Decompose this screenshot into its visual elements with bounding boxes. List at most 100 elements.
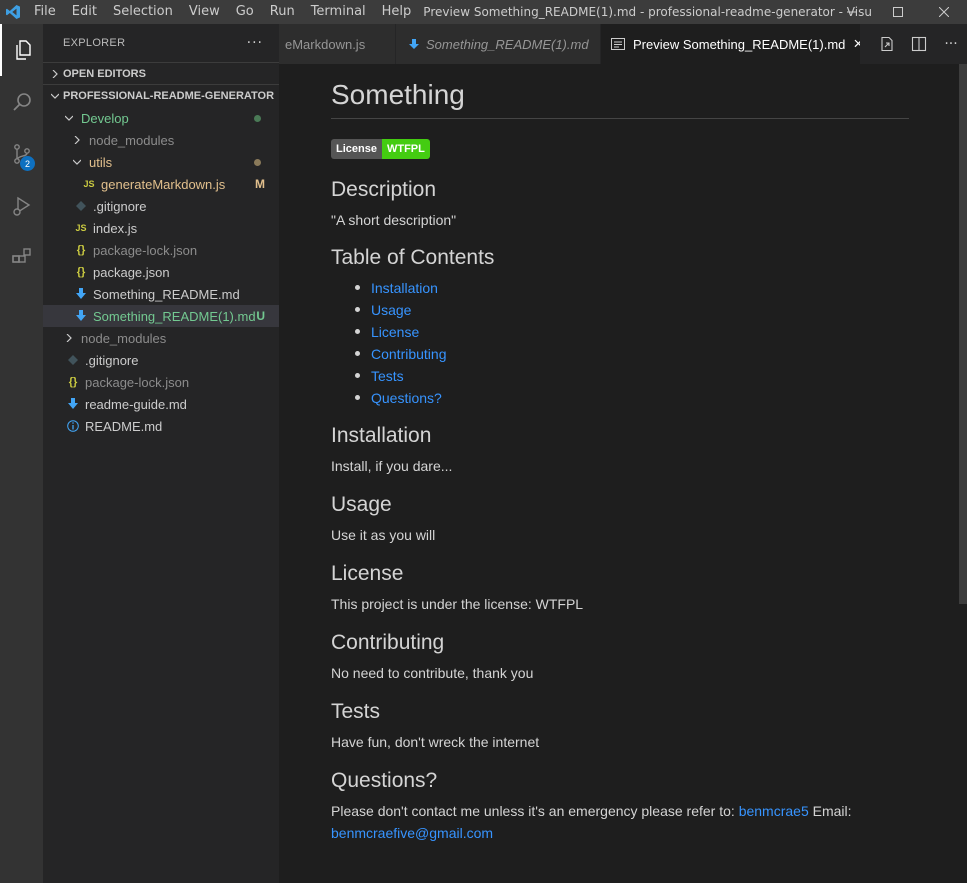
tab-generate-markdown[interactable]: eMarkdown.js (279, 24, 396, 64)
more-actions-icon[interactable]: ··· (247, 35, 263, 51)
split-editor-button[interactable] (903, 24, 935, 64)
tree-item-label: readme-guide.md (85, 396, 187, 412)
heading-contributing: Contributing (331, 631, 445, 654)
tree-item-label: generateMarkdown.js (101, 176, 226, 192)
menu-run[interactable]: Run (262, 0, 303, 24)
toc-link-installation[interactable]: Installation (371, 280, 438, 296)
preview-icon (611, 38, 625, 50)
tab-preview-readme[interactable]: Preview Something_README(1).md × (601, 24, 861, 64)
toc-link-tests[interactable]: Tests (371, 368, 404, 384)
tree-item-label: node_modules (81, 330, 167, 346)
menu-go[interactable]: Go (228, 0, 262, 24)
tree-file[interactable]: readme-guide.md (43, 393, 279, 415)
title-bar: File Edit Selection View Go Run Terminal… (0, 0, 967, 24)
heading-installation: Installation (331, 424, 432, 447)
heading-description: Description (331, 178, 437, 201)
tab-something-readme[interactable]: Something_README(1).md (396, 24, 601, 64)
markdown-file-icon (65, 398, 81, 410)
explorer-button[interactable] (0, 24, 43, 76)
heading-usage: Usage (331, 493, 392, 516)
markdown-file-icon (73, 310, 89, 322)
markdown-file-icon (408, 38, 420, 50)
tree-item-label: Develop (81, 110, 129, 126)
search-icon (12, 93, 31, 111)
markdown-file-icon (73, 288, 89, 300)
search-button[interactable] (0, 76, 43, 128)
menu-view[interactable]: View (181, 0, 228, 24)
run-debug-button[interactable] (0, 180, 43, 232)
tree-item-label: package-lock.json (93, 242, 198, 258)
chevron-right-icon (69, 136, 85, 144)
toc-item: Questions? (355, 387, 909, 409)
tree-item-label: package-lock.json (85, 374, 190, 390)
tree-file[interactable]: JS index.js (43, 217, 279, 239)
tree-item-label: .gitignore (85, 352, 139, 368)
tree-file[interactable]: Something_README(1).md U (43, 305, 279, 327)
menu-help[interactable]: Help (374, 0, 420, 24)
source-control-button[interactable]: 2 (0, 128, 43, 180)
project-label: PROFESSIONAL-README-GENERATOR (63, 90, 275, 102)
toc-link-questions[interactable]: Questions? (371, 390, 442, 406)
chevron-right-icon (47, 69, 63, 78)
file-tree: Develop node_modules utils JS generateMarkdo… (43, 107, 279, 437)
explorer-title: EXPLORER (63, 37, 126, 49)
tree-file[interactable]: {} package.json (43, 261, 279, 283)
tree-item-label: README.md (85, 418, 163, 434)
activity-bar: 2 (0, 24, 43, 883)
menu-bar: File Edit Selection View Go Run Terminal… (26, 0, 419, 24)
info-icon (65, 420, 81, 432)
menu-terminal[interactable]: Terminal (303, 0, 374, 24)
editor-area: eMarkdown.js Something_README(1).md Prev… (279, 24, 967, 883)
toc-link-contributing[interactable]: Contributing (371, 346, 447, 362)
tree-folder[interactable]: node_modules (43, 129, 279, 151)
run-debug-icon (12, 196, 30, 216)
open-source-button[interactable] (871, 24, 903, 64)
license-badge: License WTFPL (331, 139, 430, 159)
extensions-icon (11, 248, 31, 263)
tree-file[interactable]: {} package-lock.json (43, 371, 279, 393)
json-file-icon: {} (76, 244, 86, 256)
menu-file[interactable]: File (26, 0, 64, 24)
tree-folder[interactable]: node_modules (43, 327, 279, 349)
tree-folder[interactable]: Develop (43, 107, 279, 129)
toc-link-usage[interactable]: Usage (371, 302, 411, 318)
editor-tabs: eMarkdown.js Something_README(1).md Prev… (279, 24, 967, 64)
menu-edit[interactable]: Edit (64, 0, 105, 24)
tree-file[interactable]: {} package-lock.json (43, 239, 279, 261)
tree-file[interactable]: .gitignore (43, 195, 279, 217)
open-file-icon (881, 36, 893, 52)
usage-text: Use it as you will (331, 527, 436, 543)
toc-list: Installation Usage License Contributing … (331, 277, 909, 409)
tree-file[interactable]: JS generateMarkdown.js M (43, 173, 279, 195)
questions-text: Please don't contact me unless it's an e… (331, 800, 909, 844)
tree-file[interactable]: .gitignore (43, 349, 279, 371)
toc-link-license[interactable]: License (371, 324, 419, 340)
extensions-button[interactable] (0, 232, 43, 284)
toc-item: Contributing (355, 343, 909, 365)
heading-license: License (331, 562, 404, 585)
email-link[interactable]: benmcraefive@gmail.com (331, 825, 493, 841)
tree-folder[interactable]: utils (43, 151, 279, 173)
github-user-link[interactable]: benmcrae5 (739, 803, 809, 819)
git-status-badge: M (255, 177, 265, 191)
vscode-logo-icon (0, 0, 26, 24)
more-actions-button[interactable]: ··· (935, 24, 967, 64)
tree-file[interactable]: Something_README.md (43, 283, 279, 305)
chevron-down-icon (69, 158, 85, 166)
description-text: "A short description" (331, 212, 457, 228)
javascript-file-icon: JS (83, 179, 95, 189)
window-controls (829, 0, 967, 24)
maximize-button[interactable] (875, 0, 921, 24)
split-editor-icon (911, 36, 927, 52)
license-text: This project is under the license: WTFPL (331, 596, 584, 612)
project-section[interactable]: PROFESSIONAL-README-GENERATOR (43, 85, 279, 107)
tab-close-icon[interactable]: × (853, 34, 860, 54)
open-editors-section[interactable]: OPEN EDITORS (43, 62, 279, 85)
badge-value: WTFPL (381, 139, 430, 159)
minimize-button[interactable] (829, 0, 875, 24)
preview-scrollbar[interactable] (959, 64, 967, 604)
tree-file[interactable]: README.md (43, 415, 279, 437)
files-icon (15, 40, 31, 60)
close-window-button[interactable] (921, 0, 967, 24)
menu-selection[interactable]: Selection (105, 0, 181, 24)
